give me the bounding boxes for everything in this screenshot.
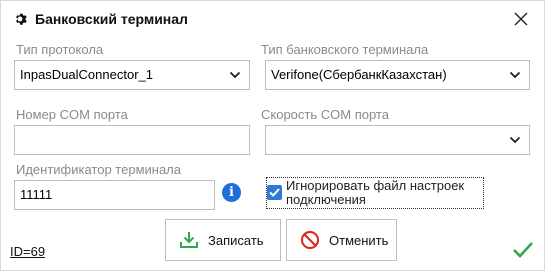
checkmark-icon <box>269 188 280 197</box>
cancel-label: Отменить <box>329 232 389 248</box>
info-icon[interactable]: i <box>222 183 241 202</box>
bank-terminal-dialog: Банковский терминал Тип протокола InpasD… <box>0 0 545 271</box>
close-button[interactable] <box>508 7 534 31</box>
terminal-id-input[interactable]: 11111 <box>14 180 215 210</box>
terminal-type-label: Тип банковского терминала <box>261 42 429 57</box>
protocol-value: InpasDualConnector_1 <box>20 67 153 82</box>
save-button[interactable]: Записать <box>165 219 281 261</box>
download-icon <box>180 232 198 248</box>
chevron-down-icon <box>509 136 521 144</box>
com-port-label: Номер COM порта <box>16 107 128 122</box>
record-id-link[interactable]: ID=69 <box>10 244 45 259</box>
terminal-type-value: Verifone(СбербанкКазахстан) <box>271 67 447 82</box>
terminal-type-select[interactable]: Verifone(СбербанкКазахстан) <box>265 60 530 90</box>
dialog-title: Банковский терминал <box>35 11 188 27</box>
chevron-down-icon <box>229 71 241 79</box>
terminal-id-value: 11111 <box>20 187 53 202</box>
chevron-down-icon <box>509 71 521 79</box>
ignore-settings-label: Игнорировать файл настроек подключения <box>286 178 465 207</box>
save-label: Записать <box>208 232 264 248</box>
checkmark-icon <box>513 242 533 258</box>
com-port-input[interactable] <box>14 125 250 155</box>
com-speed-label: Скорость COM порта <box>261 107 389 122</box>
protocol-select[interactable]: InpasDualConnector_1 <box>14 60 250 90</box>
close-icon <box>514 12 528 26</box>
title-bar: Банковский терминал <box>1 1 544 37</box>
cancel-button[interactable]: Отменить <box>286 219 397 261</box>
terminal-id-label: Идентификатор терминала <box>16 162 182 177</box>
ignore-settings-checkbox[interactable]: Игнорировать файл настроек подключения <box>266 177 484 209</box>
com-speed-select[interactable] <box>265 125 530 155</box>
protocol-label: Тип протокола <box>16 42 104 57</box>
gear-icon <box>16 13 27 25</box>
no-entry-icon <box>301 231 319 249</box>
checkbox-box[interactable] <box>267 185 282 200</box>
